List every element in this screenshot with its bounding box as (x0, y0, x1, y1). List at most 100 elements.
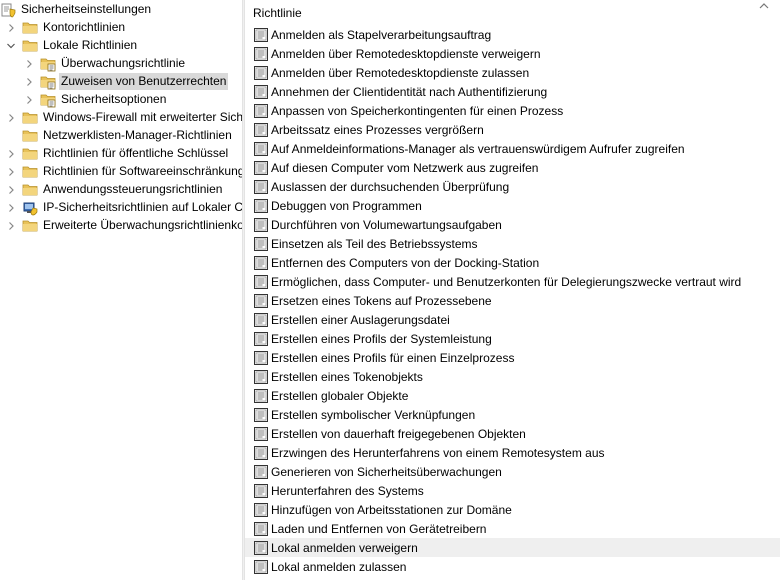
policy-name: Erstellen eines Profils der Systemleistu… (271, 331, 492, 346)
policy-icon (253, 483, 269, 499)
tree-item-erweiterte-überwachungsrichtlinienko[interactable]: Erweiterte Überwachungsrichtlinienko (6, 216, 242, 235)
folder-icon (22, 218, 38, 234)
policy-name: Auf Anmeldeinformations-Manager als vert… (271, 141, 685, 156)
chevron-right-icon[interactable] (24, 77, 34, 87)
policy-row[interactable]: Anmelden als Stapelverarbeitungsauftrag (245, 25, 780, 44)
chevron-right-icon[interactable] (6, 203, 16, 213)
policy-row[interactable]: Auf Anmeldeinformations-Manager als vert… (245, 139, 780, 158)
policy-row[interactable]: Erstellen globaler Objekte (245, 386, 780, 405)
folder-icon (22, 164, 38, 180)
policy-name: Anmelden über Remotedesktopdienste zulas… (271, 65, 530, 80)
policy-name: Laden und Entfernen von Gerätetreibern (271, 521, 487, 536)
policy-name: Hinzufügen von Arbeitsstationen zur Domä… (271, 502, 512, 517)
chevron-down-icon[interactable] (6, 41, 16, 51)
chevron-right-icon[interactable] (6, 23, 16, 33)
policy-row[interactable]: Annehmen der Clientidentität nach Authen… (245, 82, 780, 101)
policy-row[interactable]: Einsetzen als Teil des Betriebssystems (245, 234, 780, 253)
policy-name: Anmelden als Stapelverarbeitungsauftrag (271, 27, 492, 42)
policy-name: Erstellen globaler Objekte (271, 388, 409, 403)
policy-icon (253, 312, 269, 328)
tree-label: Richtlinien für Softwareeinschränkung (43, 164, 242, 178)
policy-row[interactable]: Erstellen eines Profils der Systemleistu… (245, 329, 780, 348)
chevron-right-icon[interactable] (24, 95, 34, 105)
tree-pane: Sicherheitseinstellungen Kontorichtlinien… (0, 0, 242, 580)
tree-item-netzwerklisten-manager-richtlinien[interactable]: Netzwerklisten-Manager-Richtlinien (6, 126, 234, 145)
tree-label: Überwachungsrichtlinie (61, 56, 186, 70)
column-header-richtlinie[interactable]: Richtlinie (253, 4, 302, 22)
policy-name: Generieren von Sicherheitsüberwachungen (271, 464, 502, 479)
policy-icon (253, 141, 269, 157)
chevron-right-icon[interactable] (6, 149, 16, 159)
security-settings-icon (0, 2, 16, 18)
folder-icon (22, 38, 38, 54)
policy-name: Auf diesen Computer vom Netzwerk aus zug… (271, 160, 539, 175)
policy-folder-icon (40, 92, 56, 108)
policy-row[interactable]: Entfernen des Computers von der Docking-… (245, 253, 780, 272)
tree-item-sicherheitsoptionen[interactable]: Sicherheitsoptionen (24, 90, 168, 109)
policy-row[interactable]: Erstellen einer Auslagerungsdatei (245, 310, 780, 329)
policy-row[interactable]: Erstellen eines Profils für einen Einzel… (245, 348, 780, 367)
folder-icon (22, 110, 38, 126)
policy-row[interactable]: Arbeitssatz eines Prozesses vergrößern (245, 120, 780, 139)
tree-label: Lokale Richtlinien (43, 38, 138, 52)
chevron-right-icon[interactable] (6, 221, 16, 231)
policy-icon (253, 540, 269, 556)
tree-label: Anwendungssteuerungsrichtlinien (43, 182, 223, 196)
tree-label: Richtlinien für öffentliche Schlüssel (43, 146, 229, 160)
policy-name: Lokal anmelden zulassen (271, 559, 407, 574)
tree-item-anwendungssteuerungsrichtlinien[interactable]: Anwendungssteuerungsrichtlinien (6, 180, 224, 199)
tree-label: Windows-Firewall mit erweiterter Sich (43, 110, 242, 124)
folder-icon (22, 20, 38, 36)
policy-row[interactable]: Anmelden über Remotedesktopdienste zulas… (245, 63, 780, 82)
policy-row[interactable]: Lokal anmelden zulassen (245, 557, 780, 576)
policy-row[interactable]: Hinzufügen von Arbeitsstationen zur Domä… (245, 500, 780, 519)
policy-row[interactable]: Durchführen von Volumewartungsaufgaben (245, 215, 780, 234)
policy-name: Arbeitssatz eines Prozesses vergrößern (271, 122, 484, 137)
chevron-right-icon[interactable] (6, 167, 16, 177)
policy-icon (253, 426, 269, 442)
policy-icon (253, 65, 269, 81)
policy-row[interactable]: Debuggen von Programmen (245, 196, 780, 215)
scroll-up-icon[interactable] (758, 0, 770, 10)
policy-row[interactable]: Auslassen der durchsuchenden Überprüfung (245, 177, 780, 196)
policy-name: Anmelden über Remotedesktopdienste verwe… (271, 46, 541, 61)
tree-item-richtlinien-für-softwareeinschränkung[interactable]: Richtlinien für Softwareeinschränkung (6, 162, 242, 181)
policy-icon (253, 464, 269, 480)
tree-label: Zuweisen von Benutzerrechten (59, 73, 229, 90)
policy-name: Annehmen der Clientidentität nach Authen… (271, 84, 548, 99)
policy-row[interactable]: Herunterfahren des Systems (245, 481, 780, 500)
policy-row[interactable]: Ermöglichen, dass Computer- und Benutzer… (245, 272, 780, 291)
policy-row[interactable]: Ersetzen eines Tokens auf Prozessebene (245, 291, 780, 310)
tree-item-richtlinien-für-öffentliche-schlüssel[interactable]: Richtlinien für öffentliche Schlüssel (6, 144, 230, 163)
tree-item-ip-sicherheitsrichtlinien-auf-lokaler-c[interactable]: IP-Sicherheitsrichtlinien auf Lokaler C (6, 198, 242, 217)
tree-item-windows-firewall-mit-erweiterter-sich[interactable]: Windows-Firewall mit erweiterter Sich (6, 108, 242, 127)
policy-row[interactable]: Erstellen eines Tokenobjekts (245, 367, 780, 386)
policy-name: Lokal anmelden verweigern (271, 540, 418, 555)
tree-item-lokale-richtlinien[interactable]: Lokale Richtlinien (6, 36, 139, 55)
policy-row[interactable]: Auf diesen Computer vom Netzwerk aus zug… (245, 158, 780, 177)
tree-item-zuweisen-von-benutzerrechten[interactable]: Zuweisen von Benutzerrechten (24, 72, 229, 91)
tree-item-kontorichtlinien[interactable]: Kontorichtlinien (6, 18, 127, 37)
policy-row[interactable]: Anpassen von Speicherkontingenten für ei… (245, 101, 780, 120)
policy-row[interactable]: Laden und Entfernen von Gerätetreibern (245, 519, 780, 538)
policy-row[interactable]: Lokal anmelden verweigern (245, 538, 780, 557)
policy-row[interactable]: Erstellen symbolischer Verknüpfungen (245, 405, 780, 424)
chevron-right-icon[interactable] (6, 185, 16, 195)
policy-name: Entfernen des Computers von der Docking-… (271, 255, 540, 270)
chevron-right-icon[interactable] (6, 113, 16, 123)
policy-name: Erstellen eines Tokenobjekts (271, 369, 423, 384)
policy-icon (253, 84, 269, 100)
tree-root-sicherheitseinstellungen[interactable]: Sicherheitseinstellungen (0, 0, 153, 19)
chevron-right-icon[interactable] (24, 59, 34, 69)
policy-row[interactable]: Erzwingen des Herunterfahrens von einem … (245, 443, 780, 462)
policy-icon (253, 103, 269, 119)
policy-row[interactable]: Generieren von Sicherheitsüberwachungen (245, 462, 780, 481)
tree-label: Kontorichtlinien (43, 20, 126, 34)
policy-row[interactable]: Erstellen von dauerhaft freigegebenen Ob… (245, 424, 780, 443)
policy-row[interactable]: Anmelden über Remotedesktopdienste verwe… (245, 44, 780, 63)
tree-label: Netzwerklisten-Manager-Richtlinien (43, 128, 232, 142)
policy-icon (253, 179, 269, 195)
expander-placeholder (6, 131, 16, 141)
tree-item-überwachungsrichtlinie[interactable]: Überwachungsrichtlinie (24, 54, 187, 73)
policy-name: Ersetzen eines Tokens auf Prozessebene (271, 293, 492, 308)
